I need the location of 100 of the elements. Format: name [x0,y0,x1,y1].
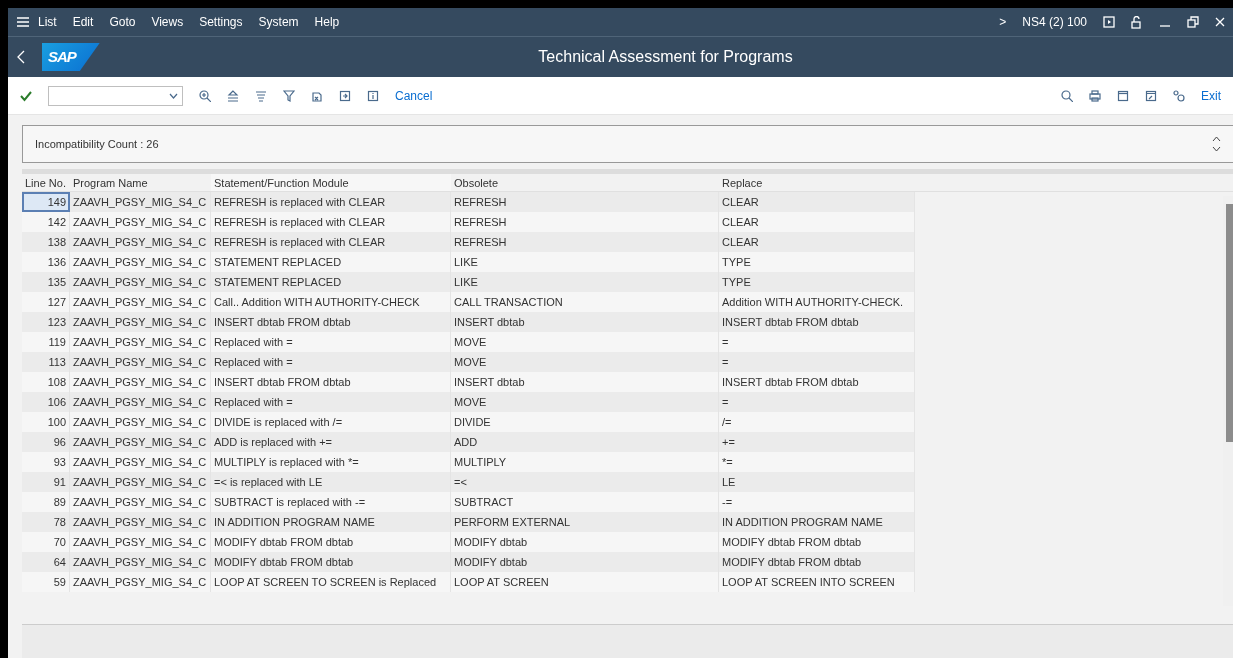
table-cell: MULTIPLY is replaced with *= [211,452,451,472]
menu-item[interactable]: Views [143,13,192,31]
table-cell: =< is replaced with LE [211,472,451,492]
sort-ascending-icon[interactable] [227,89,239,102]
table-cell: TYPE [719,272,915,292]
column-header[interactable]: Statement/Function Module [211,174,451,192]
line-number-cell[interactable]: 149 [22,192,70,212]
line-number-cell[interactable]: 78 [22,512,70,532]
line-number-cell[interactable]: 135 [22,272,70,292]
table-cell: LOOP AT SCREEN TO SCREEN is Replaced [211,572,451,592]
restore-icon[interactable] [1187,16,1199,28]
filter-icon[interactable] [283,89,295,102]
line-number-cell[interactable]: 91 [22,472,70,492]
table-cell: INSERT dbtab [451,312,719,332]
line-number-cell[interactable]: 106 [22,392,70,412]
table-cell: MULTIPLY [451,452,719,472]
expand-collapse-icon[interactable] [1212,135,1221,153]
table-cell: SUBTRACT is replaced with -= [211,492,451,512]
table-cell: ZAAVH_PGSY_MIG_S4_C [70,512,211,532]
table-cell: = [719,332,915,352]
table-cell: LE [719,472,915,492]
line-number-cell[interactable]: 96 [22,432,70,452]
play-icon[interactable] [1103,16,1115,28]
exit-button[interactable]: Exit [1201,86,1221,105]
line-number-cell[interactable]: 100 [22,412,70,432]
table-cell: IN ADDITION PROGRAM NAME [719,512,915,532]
line-number-cell[interactable]: 127 [22,292,70,312]
line-number-cell[interactable]: 70 [22,532,70,552]
document-arrow-icon[interactable] [339,89,351,102]
line-number-cell[interactable]: 113 [22,352,70,372]
table-cell: ZAAVH_PGSY_MIG_S4_C [70,252,211,272]
line-number-cell[interactable]: 136 [22,252,70,272]
table-cell: CLEAR [719,232,915,252]
table-cell: TYPE [719,252,915,272]
table-cell: REFRESH [451,192,719,212]
more-arrow[interactable]: > [991,13,1015,31]
incompatibility-count: Incompatibility Count : 26 [35,136,159,152]
menu-item[interactable]: Help [306,13,348,31]
window-icon[interactable] [1117,89,1129,102]
table-cell: PERFORM EXTERNAL [451,512,719,532]
window-arrow-icon[interactable] [1145,89,1157,102]
zoom-search-icon[interactable] [199,89,211,102]
table-cell: ZAAVH_PGSY_MIG_S4_C [70,352,211,372]
table-cell: MOVE [451,392,719,412]
table-cell: Replaced with = [211,392,451,412]
line-number-cell[interactable]: 108 [22,372,70,392]
table-cell: MODIFY dbtab FROM dbtab [211,552,451,572]
table-cell: ZAAVH_PGSY_MIG_S4_C [70,572,211,592]
table-cell: MODIFY dbtab [451,552,719,572]
line-number-cell[interactable]: 138 [22,232,70,252]
table-cell: REFRESH is replaced with CLEAR [211,212,451,232]
menu-icon[interactable] [16,16,30,28]
export-icon[interactable] [311,89,323,102]
padlock-icon[interactable] [1131,15,1143,29]
table-cell: DIVIDE is replaced with /= [211,412,451,432]
table-cell: ZAAVH_PGSY_MIG_S4_C [70,332,211,352]
table-cell: =< [451,472,719,492]
table-cell: ZAAVH_PGSY_MIG_S4_C [70,412,211,432]
table-cell: SUBTRACT [451,492,719,512]
table-cell: ADD [451,432,719,452]
cancel-button[interactable]: Cancel [395,86,433,105]
table-cell: = [719,352,915,372]
table-cell: REFRESH [451,212,719,232]
table-cell: INSERT dbtab FROM dbtab [719,372,915,392]
table-cell: Addition WITH AUTHORITY-CHECK. [719,292,915,312]
info-icon[interactable] [367,89,379,102]
menu-item[interactable]: Settings [191,13,251,31]
table-cell: REFRESH [451,232,719,252]
window-title: Technical Assessment for Programs [538,47,793,67]
system-info: NS4 (2) 100 [1021,14,1088,31]
line-number-cell[interactable]: 93 [22,452,70,472]
menu-item[interactable]: List [30,13,65,31]
menu-item[interactable]: Goto [101,13,144,31]
line-number-cell[interactable]: 123 [22,312,70,332]
table-cell: REFRESH is replaced with CLEAR [211,192,451,212]
line-number-cell[interactable]: 142 [22,212,70,232]
line-number-cell[interactable]: 89 [22,492,70,512]
table-cell: ZAAVH_PGSY_MIG_S4_C [70,552,211,572]
command-field[interactable] [48,85,183,106]
back-icon[interactable] [16,50,26,64]
table-cell: IN ADDITION PROGRAM NAME [211,512,451,532]
table-cell: MODIFY dbtab FROM dbtab [719,552,915,572]
table-cell: LOOP AT SCREEN [451,572,719,592]
line-number-cell[interactable]: 64 [22,552,70,572]
table-cell: STATEMENT REPLACED [211,252,451,272]
close-icon[interactable] [1215,17,1225,27]
print-icon[interactable] [1089,89,1101,102]
menu-item[interactable]: Edit [64,13,102,31]
table-cell: INSERT dbtab FROM dbtab [719,312,915,332]
menu-item[interactable]: System [250,13,307,31]
table-cell: ZAAVH_PGSY_MIG_S4_C [70,272,211,292]
line-number-cell[interactable]: 59 [22,572,70,592]
line-number-cell[interactable]: 119 [22,332,70,352]
search-icon[interactable] [1061,89,1073,102]
table-cell: MODIFY dbtab FROM dbtab [211,532,451,552]
settings-icon[interactable] [1173,89,1185,102]
dropdown-caret-icon[interactable] [169,92,178,99]
table-cell: ZAAVH_PGSY_MIG_S4_C [70,212,211,232]
table-cell: ZAAVH_PGSY_MIG_S4_C [70,392,211,412]
checkmark-icon[interactable] [20,89,32,102]
